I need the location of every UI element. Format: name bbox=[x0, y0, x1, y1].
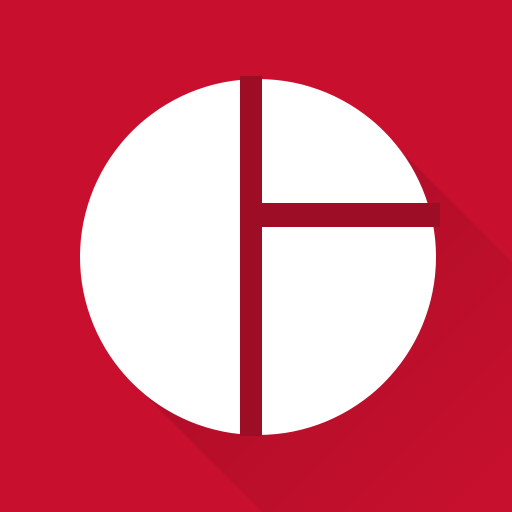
logo-vertical-gap bbox=[240, 76, 262, 436]
app-icon-tile bbox=[0, 0, 512, 512]
app-logo-icon bbox=[0, 0, 512, 512]
logo-horizontal-gap bbox=[262, 203, 440, 227]
